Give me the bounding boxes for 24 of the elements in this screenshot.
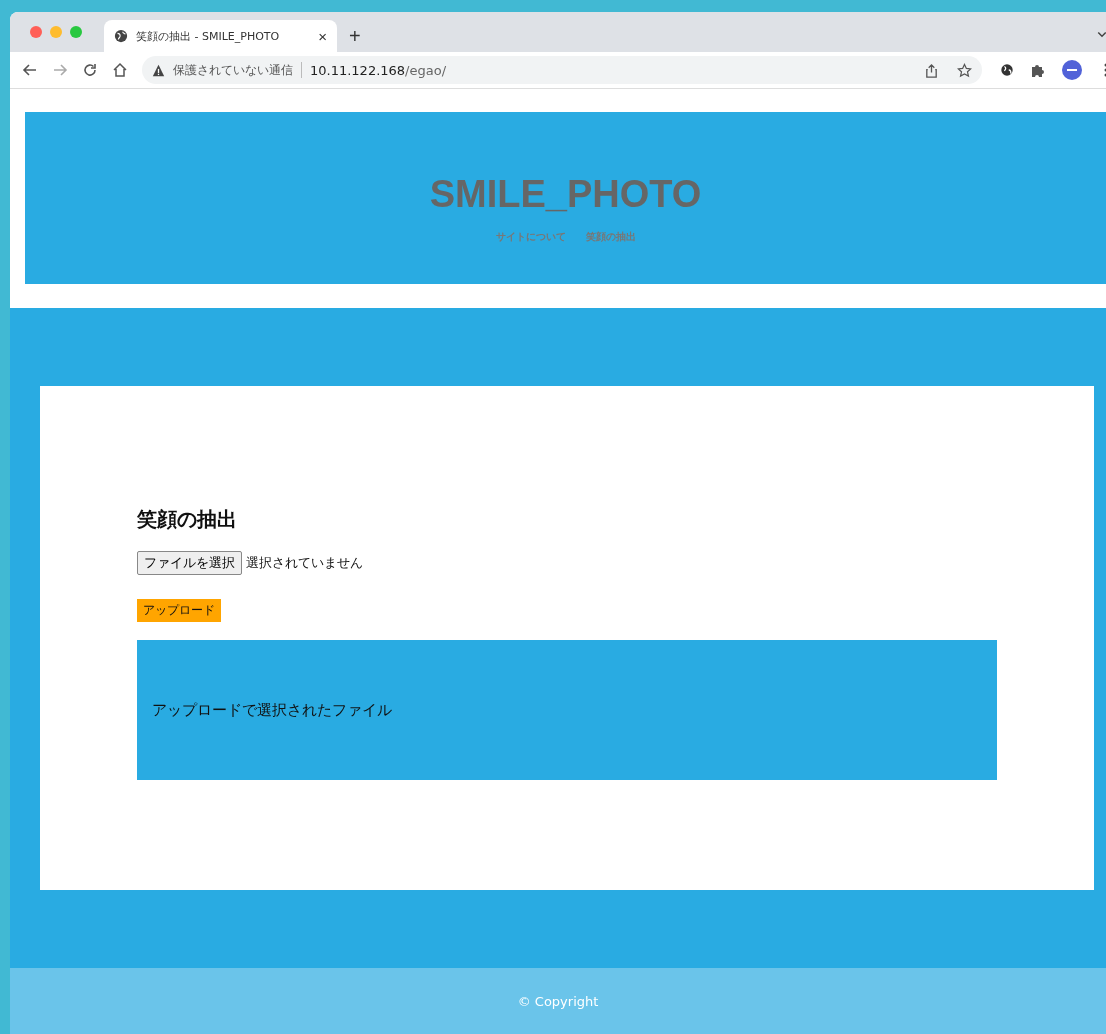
globe-icon <box>114 29 128 43</box>
copyright-text: © Copyright <box>517 993 599 1009</box>
home-icon[interactable] <box>112 62 128 78</box>
puzzle-icon[interactable] <box>1030 62 1046 78</box>
security-label: 保護されていない通信 <box>173 61 293 79</box>
tab-title: 笑顔の抽出 - SMILE_PHOTO <box>136 28 281 44</box>
back-icon[interactable] <box>22 62 38 78</box>
new-tab-button[interactable]: + <box>349 25 361 48</box>
file-status: 選択されていません <box>246 554 363 572</box>
url-text: 10.11.122.168/egao/ <box>310 62 447 78</box>
globe-icon[interactable] <box>1000 63 1014 77</box>
upload-button[interactable]: アップロード <box>137 599 221 622</box>
browser-tab[interactable]: 笑顔の抽出 - SMILE_PHOTO × <box>104 20 337 52</box>
close-tab-button[interactable]: × <box>318 27 327 45</box>
reload-icon[interactable] <box>82 62 98 78</box>
section-heading: 笑顔の抽出 <box>137 506 238 533</box>
address-bar[interactable]: 保護されていない通信 10.11.122.168/egao/ <box>142 56 982 84</box>
result-text: アップロードで選択されたファイル <box>152 700 392 720</box>
choose-file-button[interactable]: ファイルを選択 <box>137 551 242 575</box>
share-icon[interactable] <box>924 62 939 78</box>
warning-icon <box>152 63 165 77</box>
profile-avatar[interactable] <box>1062 60 1082 80</box>
site-title: SMILE_PHOTO <box>429 171 702 216</box>
star-icon[interactable] <box>957 62 972 78</box>
